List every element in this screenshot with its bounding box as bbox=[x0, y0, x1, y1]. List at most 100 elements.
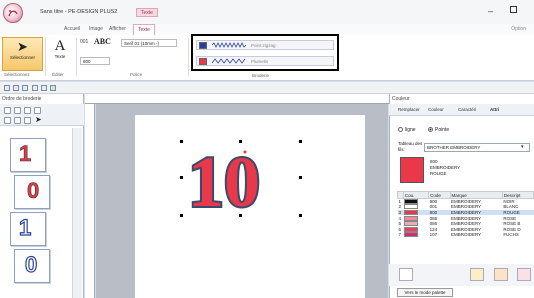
sewing-order-item[interactable]: 1 bbox=[10, 138, 46, 172]
table-row[interactable]: 3 800 EMBROIDERY ROUGE bbox=[397, 209, 534, 216]
order-tool-icon[interactable] bbox=[14, 117, 21, 124]
cursor-arrow-icon: ➤ bbox=[17, 39, 28, 54]
redo-icon[interactable] bbox=[41, 85, 47, 91]
satin-stitch-icon bbox=[212, 58, 246, 64]
design-text-object[interactable]: 10 bbox=[180, 140, 312, 218]
vertical-ruler bbox=[85, 104, 95, 298]
tab-image[interactable]: Image bbox=[89, 26, 103, 32]
thumb-char: 0 bbox=[24, 251, 38, 277]
selection-handle[interactable] bbox=[180, 140, 183, 143]
column-header: Marque bbox=[449, 191, 503, 199]
stitch-row-zigzag[interactable]: Point zigzag bbox=[196, 40, 334, 50]
select-button[interactable]: ➤ Sélectionner bbox=[2, 37, 43, 71]
radio-circle-icon bbox=[428, 127, 433, 133]
tab-option[interactable]: Option bbox=[511, 26, 526, 32]
stitch-label-zigzag: Point zigzag bbox=[251, 42, 276, 48]
table-row[interactable]: 2 001 EMBROIDERY BLANC bbox=[398, 204, 534, 210]
sewing-order-item[interactable]: 1 bbox=[10, 212, 46, 246]
selection-handle[interactable] bbox=[239, 214, 242, 217]
table-row[interactable]: 5 086 EMBROIDERY ROSE B bbox=[398, 221, 534, 227]
thread-color-swatch[interactable] bbox=[199, 57, 207, 65]
radio-point-label: Pointe bbox=[435, 127, 450, 133]
chevron-down-icon[interactable]: ▾ bbox=[521, 144, 524, 150]
quick-access-toolbar bbox=[0, 82, 534, 94]
open-file-icon[interactable] bbox=[13, 85, 19, 91]
selection-handle[interactable] bbox=[299, 140, 302, 143]
text-tool-label: Texte bbox=[54, 54, 66, 59]
stitch-label-satin: Plumetis bbox=[251, 58, 269, 64]
thread-chart-select[interactable]: BROTHER EMBROIDERY bbox=[424, 143, 530, 152]
transfer-icon[interactable] bbox=[50, 85, 56, 91]
thumb-char: 1 bbox=[19, 141, 32, 167]
tab-attribute[interactable]: Attri bbox=[490, 107, 499, 112]
color-edit-icon[interactable] bbox=[494, 268, 508, 281]
row-desc: FUCHS bbox=[503, 232, 519, 238]
sewing-order-title: Ordre de broderie bbox=[2, 96, 42, 102]
thread-color-swatch[interactable] bbox=[199, 41, 207, 49]
font-preview[interactable]: ABC bbox=[94, 37, 111, 46]
sewing-order-toolbar bbox=[0, 104, 84, 126]
tab-accueil[interactable]: Accueil bbox=[64, 26, 80, 32]
table-row[interactable]: 6 124 EMBROIDERY ROSE D bbox=[398, 226, 534, 232]
selection-handle[interactable] bbox=[180, 214, 183, 217]
tab-color[interactable]: Couleur bbox=[428, 107, 444, 112]
maximize-icon[interactable] bbox=[510, 6, 517, 13]
selection-handle[interactable] bbox=[239, 140, 242, 143]
group-label-embroidery: Broderie bbox=[252, 73, 270, 78]
minimize-icon[interactable]: – bbox=[488, 6, 493, 16]
thread-color-table: Cou. Code Marque Descript 1 900 EMBROIDERY… bbox=[397, 191, 534, 238]
rotation-handle[interactable] bbox=[243, 150, 247, 154]
order-tool-icon[interactable] bbox=[4, 107, 11, 114]
color-panel-title: Couleur bbox=[392, 96, 410, 102]
font-size-select[interactable]: 800 bbox=[80, 57, 110, 65]
tab-character[interactable]: Caractéri bbox=[458, 107, 476, 112]
select-button-label: Sélectionner bbox=[9, 55, 36, 60]
undo-icon[interactable] bbox=[32, 85, 38, 91]
sewing-order-item[interactable]: 0 bbox=[14, 249, 50, 283]
text-tool-button[interactable]: A Texte bbox=[48, 38, 72, 70]
order-tool-icon[interactable] bbox=[14, 107, 21, 114]
column-header: Descript bbox=[501, 191, 534, 199]
selected-name: ROUGE bbox=[430, 171, 447, 176]
new-file-icon[interactable] bbox=[4, 85, 10, 91]
order-tool-icon[interactable] bbox=[24, 107, 31, 114]
left-scrollbar[interactable] bbox=[72, 128, 82, 298]
tab-replace[interactable]: Remplacer bbox=[398, 107, 420, 112]
selected-color-swatch bbox=[400, 157, 424, 183]
font-number[interactable]: 001 bbox=[80, 39, 88, 45]
horizontal-ruler bbox=[85, 94, 389, 104]
selected-color-info: 800 EMBROIDERY ROUGE bbox=[430, 159, 460, 177]
thread-spool-icon[interactable] bbox=[470, 268, 484, 281]
tab-afficher[interactable]: Afficher bbox=[109, 26, 126, 32]
palette-mode-button[interactable]: Vers le mode palette bbox=[397, 288, 453, 297]
group-label-font: Police bbox=[130, 72, 143, 77]
context-tab: Texte bbox=[136, 8, 158, 17]
selection-handle[interactable] bbox=[299, 176, 302, 179]
save-icon[interactable] bbox=[22, 85, 28, 91]
radio-circle-icon bbox=[398, 127, 403, 133]
app-logo-icon[interactable] bbox=[3, 3, 23, 23]
palette-icon[interactable] bbox=[399, 268, 413, 281]
text-a-icon: A bbox=[54, 38, 66, 54]
stitch-row-satin[interactable]: Plumetis bbox=[196, 56, 334, 66]
table-header-row: Cou. Code Marque Descript bbox=[397, 191, 534, 199]
tab-texte[interactable]: Texte bbox=[133, 24, 155, 35]
table-row[interactable]: 7 107 EMBROIDERY FUCHS bbox=[398, 232, 534, 238]
radio-point[interactable]: Pointe bbox=[428, 127, 449, 133]
sewing-order-item[interactable]: 0 bbox=[14, 175, 50, 209]
table-row[interactable]: 1 900 EMBROIDERY NOIR bbox=[398, 199, 534, 205]
pointer-icon[interactable]: ➤ bbox=[35, 115, 42, 124]
selection-handle[interactable] bbox=[180, 176, 183, 179]
color-shuffle-icon[interactable] bbox=[517, 268, 531, 281]
selection-handle[interactable] bbox=[299, 214, 302, 217]
radio-line[interactable]: ligne bbox=[398, 127, 416, 133]
window-title: Sans titre - PE-DESIGN PLUS2 bbox=[40, 9, 118, 15]
thumb-char: 1 bbox=[18, 214, 32, 240]
table-row[interactable]: 4 085 EMBROIDERY ROSE bbox=[398, 215, 534, 221]
order-tool-icon[interactable] bbox=[4, 117, 11, 124]
order-tool-icon[interactable] bbox=[34, 107, 41, 114]
zigzag-stitch-icon bbox=[212, 42, 246, 48]
order-tool-icon[interactable] bbox=[24, 117, 31, 124]
row-color-swatch bbox=[403, 232, 428, 238]
font-name-select[interactable]: Serif 01 (10mm -) bbox=[121, 39, 177, 47]
